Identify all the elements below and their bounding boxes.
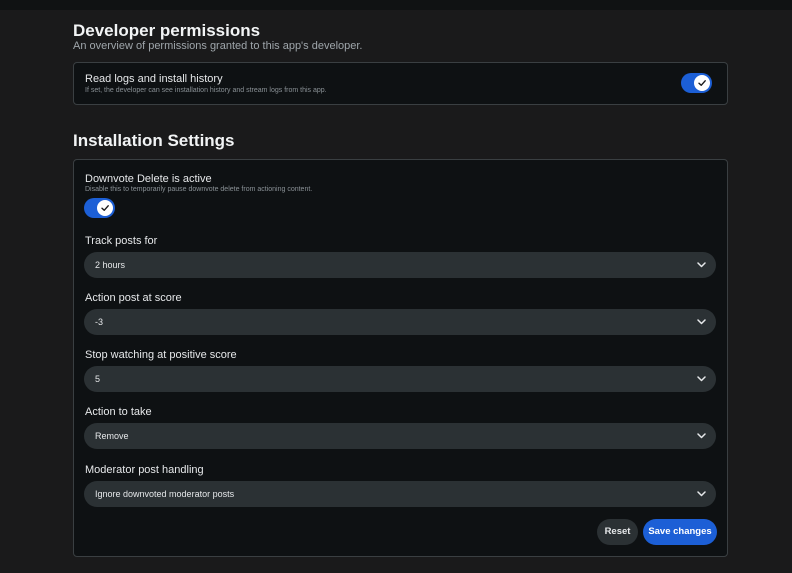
action-score-label: Action post at score: [85, 292, 182, 304]
action-to-take-label: Action to take: [85, 406, 152, 418]
read-logs-description: If set, the developer can see installati…: [85, 87, 327, 94]
action-to-take-value: Remove: [95, 431, 129, 441]
top-bar: [0, 0, 792, 10]
developer-permissions-card: Read logs and install history If set, th…: [73, 62, 728, 105]
check-icon: [101, 205, 109, 211]
moderator-handling-select[interactable]: Ignore downvoted moderator posts: [84, 481, 716, 507]
active-description: Disable this to temporarily pause downvo…: [85, 186, 313, 193]
active-toggle[interactable]: [84, 198, 115, 218]
read-logs-toggle[interactable]: [681, 73, 712, 93]
installation-settings-card: Downvote Delete is active Disable this t…: [73, 159, 728, 557]
save-changes-button[interactable]: Save changes: [643, 519, 717, 545]
moderator-handling-value: Ignore downvoted moderator posts: [95, 489, 235, 499]
stop-watching-label: Stop watching at positive score: [85, 349, 237, 361]
track-posts-value: 2 hours: [95, 260, 126, 270]
chevron-down-icon: [697, 433, 706, 439]
moderator-handling-label: Moderator post handling: [85, 464, 204, 476]
toggle-knob: [97, 200, 113, 216]
action-score-select[interactable]: -3: [84, 309, 716, 335]
active-label: Downvote Delete is active: [85, 173, 212, 185]
track-posts-label: Track posts for: [85, 235, 158, 247]
stop-watching-value: 5: [95, 374, 101, 384]
installation-settings-title: Installation Settings: [73, 131, 235, 150]
chevron-down-icon: [697, 376, 706, 382]
developer-permissions-subtitle: An overview of permissions granted to th…: [73, 40, 363, 52]
toggle-knob: [694, 75, 710, 91]
action-to-take-select[interactable]: Remove: [84, 423, 716, 449]
reset-button[interactable]: Reset: [597, 519, 638, 545]
developer-permissions-title: Developer permissions: [73, 21, 261, 40]
chevron-down-icon: [697, 491, 706, 497]
track-posts-select[interactable]: 2 hours: [84, 252, 716, 278]
action-score-value: -3: [95, 317, 104, 327]
chevron-down-icon: [697, 319, 706, 325]
chevron-down-icon: [697, 262, 706, 268]
stop-watching-select[interactable]: 5: [84, 366, 716, 392]
read-logs-label: Read logs and install history: [85, 73, 223, 85]
check-icon: [698, 80, 706, 86]
